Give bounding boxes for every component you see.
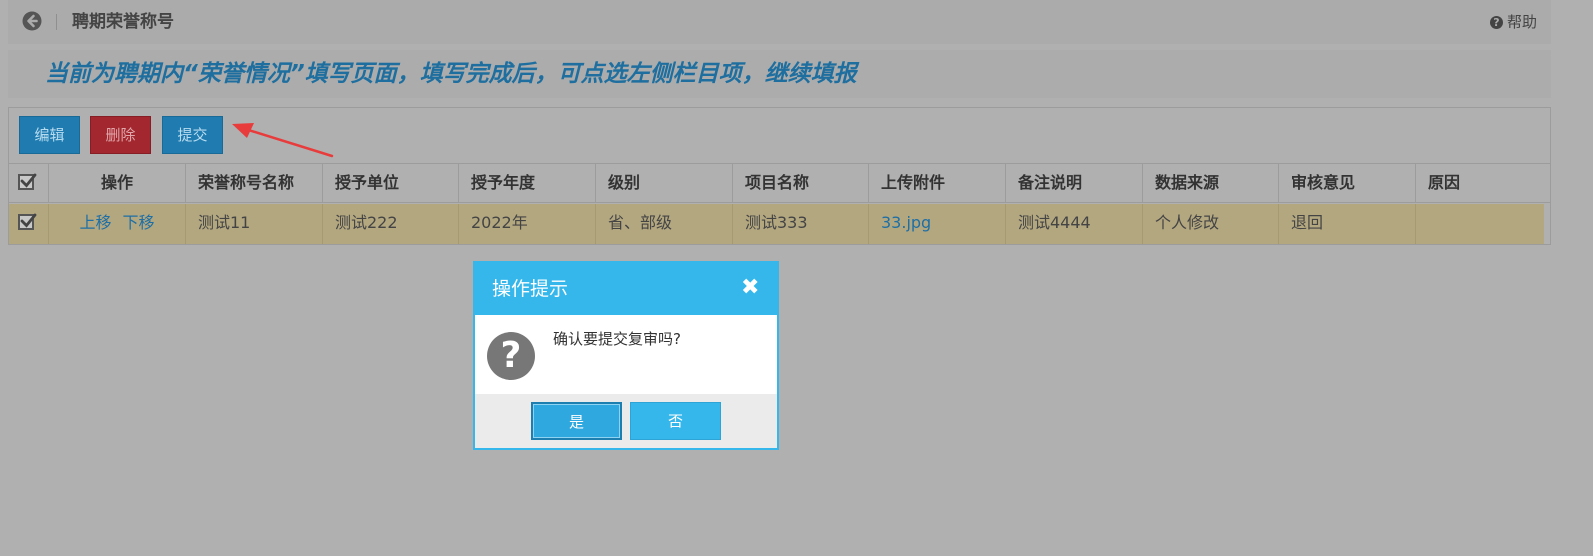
back-arrow-icon[interactable] bbox=[22, 11, 42, 31]
cell-project-name: 测试333 bbox=[733, 204, 869, 244]
cell-source: 个人修改 bbox=[1143, 204, 1279, 244]
column-header-attachment: 上传附件 bbox=[869, 164, 1006, 202]
column-header-actions: 操作 bbox=[49, 164, 186, 202]
column-header-honor-name: 荣誉称号名称 bbox=[186, 164, 323, 202]
column-header-level: 级别 bbox=[596, 164, 733, 202]
question-icon: ? bbox=[487, 332, 535, 380]
row-actions-cell: 上移 下移 bbox=[49, 204, 186, 244]
row-checkbox[interactable] bbox=[18, 213, 37, 230]
cell-remark: 测试4444 bbox=[1006, 204, 1143, 244]
column-header-remark: 备注说明 bbox=[1006, 164, 1143, 202]
move-up-link[interactable]: 上移 bbox=[79, 213, 111, 232]
edit-button[interactable]: 编辑 bbox=[19, 116, 80, 154]
notice-text: 当前为聘期内“荣誉情况”填写页面，填写完成后，可点选左侧栏目项，继续填报 bbox=[45, 61, 857, 87]
column-header-source: 数据来源 bbox=[1143, 164, 1279, 202]
annotation-arrow-icon bbox=[232, 123, 334, 158]
move-down-link[interactable]: 下移 bbox=[123, 213, 155, 232]
question-circle-icon: ? bbox=[1489, 15, 1503, 29]
row-select-cell bbox=[9, 204, 49, 244]
select-all-checkbox[interactable] bbox=[18, 173, 37, 190]
dialog-header: 操作提示 ✖ bbox=[475, 263, 777, 315]
check-icon bbox=[20, 213, 37, 228]
page-header: 聘期荣誉称号 ? 帮助 bbox=[8, 0, 1551, 44]
cell-attachment: 33.jpg bbox=[869, 204, 1006, 244]
column-header-project-name: 项目名称 bbox=[733, 164, 869, 202]
dialog-body: ? 确认要提交复审吗? bbox=[475, 315, 777, 394]
cell-reason bbox=[1416, 204, 1544, 244]
submit-button[interactable]: 提交 bbox=[162, 116, 223, 154]
confirm-yes-button[interactable]: 是 bbox=[531, 402, 622, 440]
help-link[interactable]: ? 帮助 bbox=[1489, 12, 1537, 32]
cell-review: 退回 bbox=[1279, 204, 1416, 244]
column-header-granting-unit: 授予单位 bbox=[323, 164, 459, 202]
select-all-cell bbox=[9, 164, 49, 202]
column-header-review: 审核意见 bbox=[1279, 164, 1416, 202]
notice-banner: 当前为聘期内“荣誉情况”填写页面，填写完成后，可点选左侧栏目项，继续填报 bbox=[8, 50, 1551, 98]
column-header-reason: 原因 bbox=[1428, 173, 1461, 192]
cell-year: 2022年 bbox=[459, 204, 596, 244]
dialog-title: 操作提示 bbox=[492, 278, 569, 300]
table-row[interactable]: 上移 下移 测试11 测试222 2022年 省、部级 测试333 33.jpg… bbox=[9, 204, 1544, 244]
confirm-no-button[interactable]: 否 bbox=[630, 402, 721, 440]
header-divider bbox=[56, 14, 57, 30]
cell-honor-name: 测试11 bbox=[186, 204, 323, 244]
page-title: 聘期荣誉称号 bbox=[72, 12, 174, 32]
check-icon bbox=[20, 173, 37, 188]
column-header-year: 授予年度 bbox=[459, 164, 596, 202]
table-header: 操作 荣誉称号名称 授予单位 授予年度 级别 项目名称 上传附件 备注说明 数据… bbox=[9, 163, 1550, 203]
cell-granting-unit: 测试222 bbox=[323, 204, 459, 244]
help-label: 帮助 bbox=[1506, 13, 1537, 31]
delete-button[interactable]: 删除 bbox=[90, 116, 151, 154]
page: 聘期荣誉称号 ? 帮助 当前为聘期内“荣誉情况”填写页面，填写完成后，可点选左侧… bbox=[0, 0, 1593, 556]
attachment-link[interactable]: 33.jpg bbox=[881, 213, 931, 232]
confirm-dialog: 操作提示 ✖ ? 确认要提交复审吗? 是 否 bbox=[473, 261, 779, 450]
dialog-message: 确认要提交复审吗? bbox=[553, 330, 681, 348]
cell-level: 省、部级 bbox=[596, 204, 733, 244]
close-icon[interactable]: ✖ bbox=[741, 277, 759, 299]
dialog-footer: 是 否 bbox=[475, 394, 777, 448]
